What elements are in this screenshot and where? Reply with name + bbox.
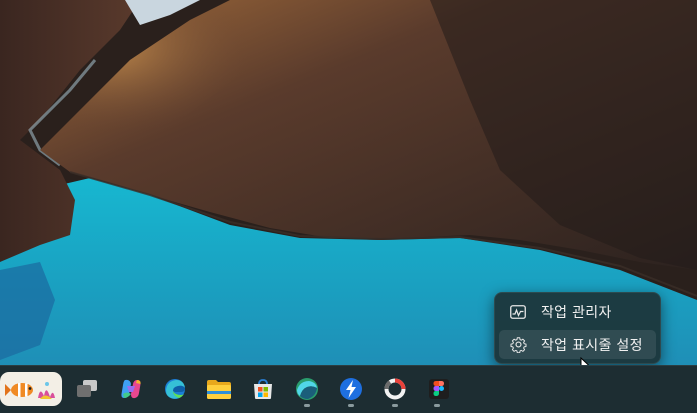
swirl-icon — [296, 378, 318, 400]
app-lightning-button[interactable] — [336, 374, 366, 404]
menu-item-taskbar-settings[interactable]: 작업 표시줄 설정 — [499, 330, 656, 359]
ring-icon — [384, 378, 406, 400]
menu-item-label: 작업 관리자 — [541, 304, 612, 321]
taskbar-context-menu: 작업 관리자 작업 표시줄 설정 — [494, 292, 661, 364]
menu-item-task-manager[interactable]: 작업 관리자 — [499, 297, 656, 326]
running-indicator — [392, 404, 398, 407]
folder-icon — [207, 380, 231, 399]
file-explorer-button[interactable] — [204, 374, 234, 404]
app-swirl-button[interactable] — [292, 374, 322, 404]
widgets-button[interactable] — [0, 372, 62, 406]
figma-button[interactable] — [424, 374, 454, 404]
widgets-fish-icon — [5, 382, 55, 399]
running-indicator — [304, 404, 310, 407]
lightning-icon — [340, 378, 362, 400]
store-button[interactable] — [248, 374, 278, 404]
figma-icon — [429, 379, 449, 399]
task-view-icon — [77, 380, 97, 397]
edge-icon — [165, 379, 185, 399]
copilot-icon — [121, 379, 141, 399]
gear-icon — [509, 336, 527, 354]
running-indicator — [348, 404, 354, 407]
taskbar — [0, 365, 697, 413]
task-view-button[interactable] — [72, 374, 102, 404]
store-icon — [254, 379, 272, 399]
running-indicator — [434, 404, 440, 407]
menu-item-label: 작업 표시줄 설정 — [541, 337, 643, 354]
copilot-button[interactable] — [116, 374, 146, 404]
app-ring-button[interactable] — [380, 374, 410, 404]
task-manager-icon — [509, 303, 527, 321]
edge-button[interactable] — [160, 374, 190, 404]
